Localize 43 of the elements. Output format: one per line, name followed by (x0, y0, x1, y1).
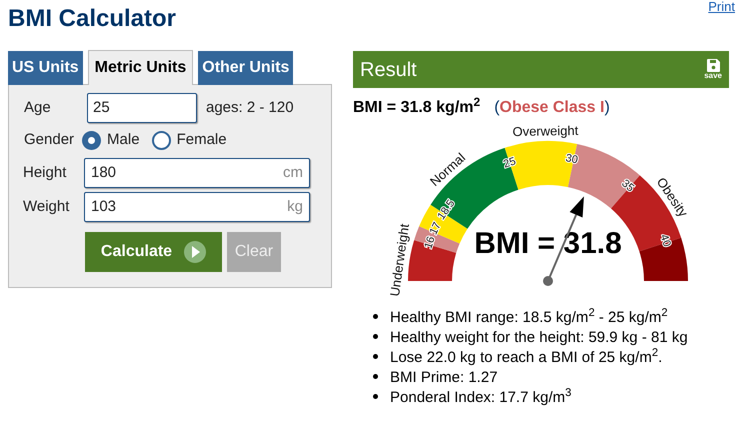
gauge-tick-label: 40 (658, 232, 673, 248)
play-icon (184, 241, 206, 263)
gauge-tick-label: 17 (428, 220, 444, 237)
field-hint: ages: 2 - 120 (206, 98, 294, 118)
gauge-tick-label: 16 (422, 235, 438, 250)
field-label: Gender (24, 130, 74, 150)
gauge-zone-label: Overweight (512, 123, 578, 140)
page-title: BMI Calculator (8, 5, 178, 33)
result-fact: Ponderal Index: 17.7 kg/m$^{3}$ (390, 388, 572, 407)
input-field[interactable]: 180 cm (84, 158, 310, 188)
gauge-tick-label: 35 (619, 177, 636, 195)
radio-label: Male (107, 130, 140, 150)
result-title: Result (360, 58, 417, 82)
bullet-icon (373, 394, 378, 399)
field-label: Age (24, 98, 52, 118)
result-fact: Lose 22.0 kg to reach a BMI of 25 kg/m$^{2}$. (390, 348, 662, 367)
gauge-tick-label: 25 (502, 155, 518, 171)
unit-tab[interactable]: Other Units (198, 51, 294, 85)
field-label: Height (23, 162, 68, 183)
field-label: Weight (23, 196, 70, 217)
input-field[interactable]: 25 (87, 93, 197, 123)
radio-button[interactable] (82, 130, 102, 150)
radio-button[interactable] (152, 130, 171, 150)
bullet-icon (373, 374, 378, 379)
bmi-result: BMI = 31.8 kg/m$^{2}$ (353, 96, 480, 118)
print-link[interactable]: Print (708, 0, 735, 14)
result-fact: BMI Prime: 1.27 (390, 368, 498, 387)
result-fact: Healthy BMI range: 18.5 kg/m$^{2}$ - 25 kg/m$^{2}$ (390, 308, 668, 327)
gauge-tick-label: 30 (564, 152, 579, 166)
result-fact: Healthy weight for the height: 59.9 kg - 81 kg (390, 328, 688, 347)
save-button[interactable]: save (704, 59, 722, 80)
bullet-icon (373, 354, 378, 359)
save-icon (706, 59, 720, 72)
calculate-button[interactable]: Calculate (85, 232, 222, 272)
bullet-icon (373, 334, 378, 339)
unit-tab[interactable]: Metric Units (88, 50, 194, 85)
radio-label: Female (176, 130, 227, 150)
category-label: (Obese Class I) (494, 98, 610, 118)
gauge-value: BMI = 31.8 (474, 227, 622, 260)
unit-tab[interactable]: US Units (8, 51, 83, 85)
gauge-zone-label: Underweight (386, 222, 412, 298)
input-field[interactable]: 103 kg (84, 192, 310, 222)
bullet-icon (373, 314, 378, 319)
